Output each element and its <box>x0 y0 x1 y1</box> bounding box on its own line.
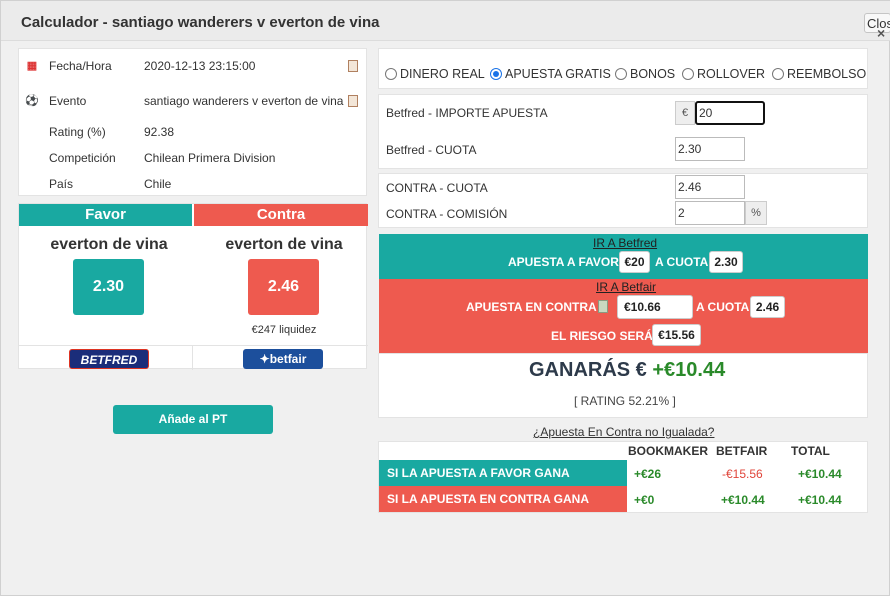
event-info-card: ▦ Fecha/Hora 2020-12-13 23:15:00 ⚽ Event… <box>18 48 367 196</box>
back-bet-text: APUESTA A FAVOR <box>508 255 619 269</box>
betfair-star-icon: ✦ <box>259 352 270 366</box>
stake-label: Betfred - IMPORTE APUESTA <box>386 106 548 120</box>
lay-odds-input[interactable]: 2.46 <box>675 175 745 199</box>
back-wins-betfair: -€15.56 <box>722 467 763 481</box>
lay-odds-pill: 2.46 <box>750 296 785 318</box>
unmatched-lay-link[interactable]: ¿Apuesta En Contra no Igualada? <box>533 425 714 439</box>
calculator-dialog: Calculador - santiago wanderers v everto… <box>0 0 890 596</box>
info-label: Rating (%) <box>49 125 106 139</box>
radio-reembolso[interactable]: REEMBOLSO <box>772 67 866 81</box>
close-icon[interactable]: × <box>877 25 885 41</box>
back-odds-input[interactable]: 2.30 <box>675 137 745 161</box>
lay-stake-pill: €10.66 <box>617 295 693 319</box>
stake-input[interactable]: 20 <box>695 101 765 125</box>
col-header-bookmaker: BOOKMAKER <box>628 444 708 458</box>
info-label: Evento <box>49 94 87 108</box>
favor-odds-box[interactable]: 2.30 <box>73 259 144 315</box>
radio-dot[interactable] <box>385 68 397 80</box>
lay-odds-text: A CUOTA <box>696 300 750 314</box>
info-label: País <box>49 177 74 191</box>
profit-label: GANARÁS € <box>529 359 647 381</box>
info-value: Chilean Primera Division <box>144 151 276 165</box>
radio-label: REEMBOLSO <box>787 67 867 81</box>
info-value: Chile <box>144 177 172 191</box>
outcome-row-back-wins: SI LA APUESTA A FAVOR GANA <box>379 460 627 486</box>
risk-text: EL RIESGO SERÁ <box>551 329 653 343</box>
lay-wins-bookmaker: +€0 <box>634 493 655 507</box>
contra-team: everton de vina <box>225 236 343 253</box>
dialog-titlebar: Calculador - santiago wanderers v everto… <box>1 1 890 41</box>
radio-dot-selected[interactable] <box>490 68 502 80</box>
lay-bet-text: APUESTA EN CONTRA <box>466 300 597 314</box>
clipboard-icon[interactable] <box>598 300 608 313</box>
radio-label: BONOS <box>630 67 676 81</box>
betfair-logo[interactable]: ✦betfair <box>243 349 323 369</box>
info-label: Competición <box>49 151 116 165</box>
radio-bonos[interactable]: BONOS <box>615 67 675 81</box>
go-to-betfair-link[interactable]: IR A Betfair <box>596 280 656 294</box>
contra-header: Contra <box>194 204 368 226</box>
lay-wins-betfair: +€10.44 <box>721 493 765 507</box>
info-value: 92.38 <box>144 125 175 139</box>
info-row-country: País Chile <box>19 177 368 197</box>
betfred-logo[interactable]: BETFRED <box>69 349 149 369</box>
liquidity-text: €247 liquidez <box>251 324 317 336</box>
lay-wins-total: +€10.44 <box>798 493 842 507</box>
outcome-row-lay-wins: SI LA APUESTA EN CONTRA GANA <box>379 486 627 512</box>
radio-dot[interactable] <box>682 68 694 80</box>
profit-value: +€10.44 <box>652 359 726 381</box>
lay-odds-label: CONTRA - CUOTA <box>386 181 488 195</box>
back-wins-bookmaker: +€26 <box>634 467 662 481</box>
back-odds-pill: 2.30 <box>709 251 743 273</box>
column-divider <box>192 345 193 370</box>
back-wins-total: +€10.44 <box>798 467 842 481</box>
contra-odds-box[interactable]: 2.46 <box>248 259 319 315</box>
commission-label: CONTRA - COMISIÓN <box>386 207 508 221</box>
profit-display: GANARÁS € +€10.44 <box>529 359 725 382</box>
col-header-total: TOTAL <box>791 444 830 458</box>
info-row-date: ▦ Fecha/Hora 2020-12-13 23:15:00 <box>19 59 368 79</box>
radio-dot[interactable] <box>772 68 784 80</box>
dialog-title: Calculador - santiago wanderers v everto… <box>21 14 380 31</box>
info-row-rating: Rating (%) 92.38 <box>19 125 368 145</box>
info-value: santiago wanderers v everton de vina <box>144 94 344 108</box>
info-label: Fecha/Hora <box>49 59 112 73</box>
back-odds-label: Betfred - CUOTA <box>386 143 477 157</box>
back-stake-pill: €20 <box>619 251 650 273</box>
info-row-event: ⚽ Evento santiago wanderers v everton de… <box>19 94 368 114</box>
logo-divider <box>19 345 368 346</box>
odds-card: Favor Contra everton de vina everton de … <box>18 203 368 370</box>
calendar-icon: ▦ <box>26 60 38 72</box>
radio-apuesta-gratis[interactable]: APUESTA GRATIS <box>490 67 611 81</box>
favor-team: everton de vina <box>50 236 168 253</box>
radio-rollover[interactable]: ROLLOVER <box>682 67 765 81</box>
risk-pill: €15.56 <box>652 324 701 346</box>
col-header-betfair: BETFAIR <box>716 444 768 458</box>
radio-label: APUESTA GRATIS <box>505 67 611 81</box>
betfair-logo-text: betfair <box>269 352 307 366</box>
radio-dot[interactable] <box>615 68 627 80</box>
add-to-pt-button[interactable]: Añade al PT <box>113 405 273 434</box>
radio-dinero-real[interactable]: DINERO REAL <box>385 67 485 81</box>
go-to-betfred-link[interactable]: IR A Betfred <box>593 236 657 250</box>
favor-header: Favor <box>19 204 192 226</box>
copy-icon[interactable] <box>348 60 358 72</box>
commission-input[interactable]: 2 <box>675 201 745 225</box>
rating-percentage: [ RATING 52.21% ] <box>574 394 676 408</box>
radio-label: ROLLOVER <box>697 67 766 81</box>
currency-addon: € <box>675 101 695 125</box>
copy-icon[interactable] <box>348 95 358 107</box>
percent-addon: % <box>745 201 767 225</box>
back-odds-text: A CUOTA <box>655 255 709 269</box>
info-row-competition: Competición Chilean Primera Division <box>19 151 368 171</box>
radio-label: DINERO REAL <box>400 67 485 81</box>
info-value: 2020-12-13 23:15:00 <box>144 59 256 73</box>
soccer-ball-icon: ⚽ <box>25 95 39 107</box>
